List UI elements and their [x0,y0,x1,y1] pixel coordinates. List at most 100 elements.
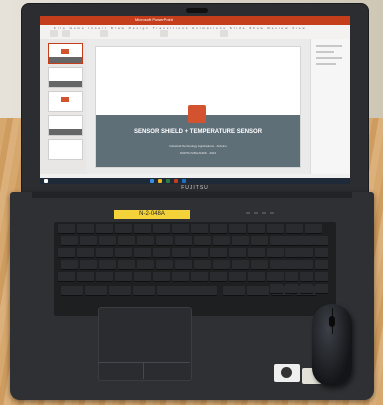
keyboard-key[interactable] [58,272,75,282]
numpad-key[interactable] [270,272,283,282]
keyboard-key[interactable] [61,286,83,296]
keyboard-key[interactable] [156,260,173,270]
keyboard-key[interactable] [210,224,227,234]
keyboard-key[interactable] [248,224,265,234]
keyboard-key[interactable] [191,248,208,258]
keyboard-key[interactable] [247,286,269,296]
numpad-key[interactable] [315,236,328,246]
taskbar-app-icon[interactable] [166,179,170,183]
keyboard-key[interactable] [248,248,265,258]
taskbar-app-icon[interactable] [150,179,154,183]
numpad-key[interactable] [285,284,298,294]
paste-button[interactable] [50,30,58,37]
keyboard-key[interactable] [153,272,170,282]
keyboard-key[interactable] [267,224,284,234]
keyboard-key[interactable] [96,248,113,258]
keyboard-key[interactable] [191,272,208,282]
numpad-key[interactable] [270,284,283,294]
keyboard-key[interactable] [96,272,113,282]
keyboard-key[interactable] [61,260,78,270]
keyboard-key[interactable] [99,236,116,246]
keyboard-key[interactable] [80,260,97,270]
numpad-key[interactable] [285,272,298,282]
numpad-key[interactable] [315,272,328,282]
keyboard-key[interactable] [58,248,75,258]
numpad-key[interactable] [285,248,298,258]
keyboard-key[interactable] [99,260,116,270]
keyboard-key[interactable] [232,236,249,246]
keyboard-key[interactable] [305,224,322,234]
ribbon-tabs[interactable]: File Home Insert Draw Design Transitions… [54,26,307,30]
keyboard-key[interactable] [153,248,170,258]
keyboard-key[interactable] [157,286,217,296]
keyboard-key[interactable] [213,236,230,246]
keyboard-key[interactable] [61,236,78,246]
keyboard-key[interactable] [134,224,151,234]
keyboard-key[interactable] [153,224,170,234]
keyboard-key[interactable] [115,272,132,282]
keyboard-key[interactable] [134,272,151,282]
keyboard-key[interactable] [172,248,189,258]
numpad-key[interactable] [315,248,328,258]
numpad-key[interactable] [270,248,283,258]
keyboard-key[interactable] [194,236,211,246]
touchpad-buttons[interactable] [98,362,190,380]
slide-thumbnail[interactable] [48,139,83,160]
numpad-key[interactable] [270,260,283,270]
keyboard-key[interactable] [137,260,154,270]
keyboard-key[interactable] [232,260,249,270]
numpad-key[interactable] [300,284,313,294]
numpad-key[interactable] [315,260,328,270]
keyboard-key[interactable] [133,286,155,296]
paragraph-button[interactable] [160,30,168,37]
keyboard-key[interactable] [115,248,132,258]
keyboard-key[interactable] [156,236,173,246]
keyboard-key[interactable] [210,248,227,258]
slide-thumbnail[interactable] [48,67,83,88]
mouse-icon[interactable] [312,304,352,386]
drawing-button[interactable] [220,30,228,37]
keyboard-key[interactable] [134,248,151,258]
keyboard-key[interactable] [286,224,303,234]
numpad-key[interactable] [300,236,313,246]
keyboard-key[interactable] [251,236,268,246]
keyboard-key[interactable] [80,236,97,246]
keyboard-key[interactable] [172,272,189,282]
numpad-key[interactable] [285,260,298,270]
keyboard-key[interactable] [175,260,192,270]
keyboard[interactable] [54,222,336,316]
numpad-key[interactable] [315,284,328,294]
keyboard-key[interactable] [137,236,154,246]
keyboard-key[interactable] [77,224,94,234]
keyboard-key[interactable] [77,248,94,258]
keyboard-key[interactable] [58,224,75,234]
mouse-wheel[interactable] [329,316,335,327]
new-slide-button[interactable] [62,30,70,37]
keyboard-key[interactable] [118,236,135,246]
keyboard-key[interactable] [115,224,132,234]
keyboard-key[interactable] [109,286,131,296]
numpad-key[interactable] [270,236,283,246]
keyboard-key[interactable] [229,224,246,234]
taskbar-app-icon[interactable] [158,179,162,183]
slide-thumbnail[interactable] [48,91,83,112]
keyboard-key[interactable] [213,260,230,270]
numpad-key[interactable] [300,272,313,282]
keyboard-key[interactable] [172,224,189,234]
keyboard-key[interactable] [223,286,245,296]
keyboard-key[interactable] [191,224,208,234]
numpad-key[interactable] [300,248,313,258]
keyboard-key[interactable] [229,272,246,282]
numpad-key[interactable] [300,260,313,270]
keyboard-key[interactable] [175,236,192,246]
slide-thumbnail[interactable] [48,43,83,64]
keyboard-key[interactable] [96,224,113,234]
keyboard-key[interactable] [118,260,135,270]
current-slide[interactable]: SENSOR SHIELD + TEMPERATURE SENSOR Indus… [96,47,300,167]
slide-thumbnail[interactable] [48,115,83,136]
taskbar-app-icon[interactable] [182,179,186,183]
start-icon[interactable] [44,179,48,183]
keyboard-key[interactable] [210,272,227,282]
keyboard-key[interactable] [248,272,265,282]
taskbar-app-icon[interactable] [174,179,178,183]
